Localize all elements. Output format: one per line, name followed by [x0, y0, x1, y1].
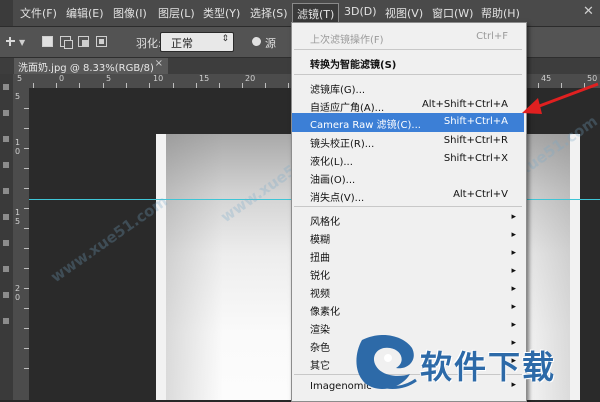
stepper-icon: ⇕	[221, 34, 229, 44]
tool-icon[interactable]	[3, 318, 9, 324]
tool-icon[interactable]	[3, 266, 9, 272]
menu-window[interactable]: 窗口(W)	[432, 5, 473, 21]
ruler-label: 5	[15, 92, 21, 101]
tool-icon[interactable]	[3, 188, 9, 194]
tool-icon[interactable]	[3, 110, 9, 116]
menu-help[interactable]: 帮助(H)	[481, 5, 520, 21]
submenu-arrow-icon: ▸	[511, 302, 516, 312]
submenu-arrow-icon: ▸	[511, 266, 516, 276]
menu-type[interactable]: 类型(Y)	[203, 5, 240, 21]
submenu-arrow-icon: ▸	[511, 248, 516, 258]
menu-item-oil-paint[interactable]: 油画(O)...	[292, 168, 524, 186]
ruler-label: 1 5	[15, 208, 21, 226]
document-tab-title: 洗面奶.jpg @ 8.33%(RGB/8)	[18, 63, 154, 74]
menu-item-stylize[interactable]: 风格化 ▸	[292, 210, 524, 228]
tool-icon[interactable]	[3, 84, 9, 90]
tool-icon[interactable]	[3, 214, 9, 220]
menu-item-camera-raw[interactable]: Camera Raw 滤镜(C)... Shift+Ctrl+A	[292, 113, 524, 132]
chevron-down-icon[interactable]: ▼	[19, 38, 25, 47]
menu-layer[interactable]: 图层(L)	[158, 5, 195, 21]
menu-item-adaptive-wide-angle[interactable]: 自适应广角(A)... Alt+Shift+Ctrl+A	[292, 96, 524, 114]
menu-item-distort[interactable]: 扭曲 ▸	[292, 246, 524, 264]
subtract-selection-icon[interactable]	[78, 36, 89, 47]
ruler-label: 5	[106, 74, 112, 83]
menu-item-vanishing-point[interactable]: 消失点(V)... Alt+Ctrl+V	[292, 186, 524, 204]
tool-icon[interactable]	[3, 240, 9, 246]
menu-item-lens-correction[interactable]: 镜头校正(R)... Shift+Ctrl+R	[292, 132, 524, 150]
menu-item-convert-smart-filter[interactable]: 转换为智能滤镜(S)	[292, 53, 524, 71]
source-label: 源	[265, 37, 276, 50]
menu-view[interactable]: 视图(V)	[385, 5, 423, 21]
source-radio[interactable]	[252, 37, 261, 46]
tool-preset-icon[interactable]	[4, 35, 17, 48]
menu-item-last-filter: 上次滤镜操作(F) Ctrl+F	[310, 31, 508, 46]
close-icon[interactable]: ✕	[583, 4, 594, 19]
document-tab[interactable]: 洗面奶.jpg @ 8.33%(RGB/8) ×	[14, 58, 168, 74]
app-logo-icon	[0, 0, 13, 26]
menu-separator	[294, 74, 522, 75]
menu-item-sharpen[interactable]: 锐化 ▸	[292, 264, 524, 282]
tool-icon[interactable]	[3, 136, 9, 142]
tool-icon[interactable]	[3, 292, 9, 298]
menu-separator	[294, 49, 522, 50]
submenu-arrow-icon: ▸	[511, 320, 516, 330]
menu-item-pixelate[interactable]: 像素化 ▸	[292, 300, 524, 318]
annotation-arrow-icon	[522, 82, 599, 114]
menu-item-filter-gallery[interactable]: 滤镜库(G)...	[292, 78, 524, 96]
feather-label: 羽化:	[136, 37, 162, 50]
menu-3d[interactable]: 3D(D)	[344, 5, 377, 18]
new-selection-icon[interactable]	[42, 36, 53, 47]
tools-panel	[0, 74, 14, 400]
tab-close-icon[interactable]: ×	[155, 58, 163, 69]
ruler-label: 0	[59, 74, 65, 83]
menu-item-liquify[interactable]: 液化(L)... Shift+Ctrl+X	[292, 150, 524, 168]
ruler-label: 15	[199, 74, 210, 83]
submenu-arrow-icon: ▸	[511, 284, 516, 294]
menu-image[interactable]: 图像(I)	[113, 5, 147, 21]
ruler-label: 1 0	[15, 138, 21, 156]
intersect-selection-icon[interactable]	[96, 36, 107, 47]
vertical-ruler[interactable]: 5 1 0 1 5 2 0	[13, 88, 30, 400]
submenu-arrow-icon: ▸	[511, 212, 516, 222]
menu-select[interactable]: 选择(S)	[250, 5, 288, 21]
ruler-label: 10	[153, 74, 164, 83]
brand-watermark-text: 软件下载	[420, 348, 557, 386]
menu-separator	[294, 206, 522, 207]
style-select-value: 正常	[171, 37, 193, 50]
style-select[interactable]: 正常 ⇕	[160, 32, 234, 52]
menu-file[interactable]: 文件(F)	[20, 5, 57, 21]
brand-dragon-logo	[356, 334, 417, 389]
submenu-arrow-icon: ▸	[511, 230, 516, 240]
ruler-label: 5	[17, 74, 23, 83]
ruler-label: 2 0	[15, 284, 21, 302]
add-to-selection-icon[interactable]	[60, 36, 73, 49]
menu-edit[interactable]: 编辑(E)	[66, 5, 104, 21]
ruler-label: 20	[245, 74, 256, 83]
tool-icon[interactable]	[3, 162, 9, 168]
menu-item-blur[interactable]: 模糊 ▸	[292, 228, 524, 246]
menu-item-video[interactable]: 视频 ▸	[292, 282, 524, 300]
